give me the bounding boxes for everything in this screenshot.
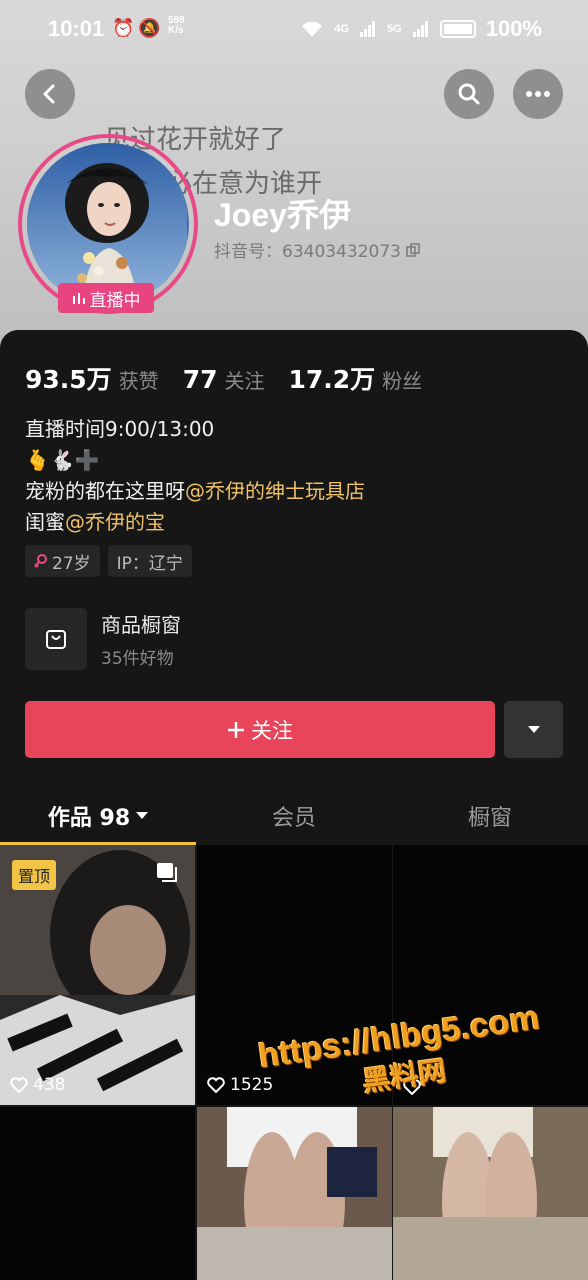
stat-likes[interactable]: 93.5万 获赞 xyxy=(25,360,159,396)
live-bars-icon xyxy=(72,293,85,304)
heart-icon xyxy=(10,1077,28,1093)
caret-down-icon xyxy=(136,812,149,819)
signal-icon-2 xyxy=(412,21,428,37)
follow-button[interactable]: 关注 xyxy=(25,701,495,758)
plus-icon xyxy=(228,721,244,738)
like-count: 438 xyxy=(10,1075,65,1095)
signal-4g: 4G xyxy=(334,23,350,35)
multi-photo-icon xyxy=(157,863,177,882)
network-speed: 598 K/s xyxy=(168,15,185,36)
mention-link-shop[interactable]: @乔伊的绅士玩具店 xyxy=(185,479,365,503)
shop-window-entry[interactable]: 商品橱窗 35件好物 xyxy=(25,608,181,670)
video-thumbnail[interactable] xyxy=(393,1107,588,1280)
recommend-dropdown-button[interactable] xyxy=(504,701,563,758)
bio: 直播时间9:00/13:00 🫰🐇➕ 宠粉的都在这里呀@乔伊的绅士玩具店 闺蜜@… xyxy=(25,414,365,538)
wifi-icon xyxy=(302,21,323,37)
signal-icon xyxy=(360,21,376,37)
content-tabs: 作品 98 会员 橱窗 xyxy=(0,790,588,842)
search-icon xyxy=(458,83,480,105)
caret-down-icon xyxy=(527,726,540,733)
shop-icon xyxy=(25,608,87,670)
age-tag: 27岁 xyxy=(25,545,100,577)
status-bar: 10:01 ⏰🔕 598 K/s 4G 5G 100% xyxy=(0,0,588,62)
more-button[interactable] xyxy=(513,69,563,119)
douyin-id[interactable]: 抖音号：63403432073 xyxy=(214,237,421,262)
ip-tag: IP：辽宁 xyxy=(107,545,192,577)
stat-followers[interactable]: 17.2万 粉丝 xyxy=(288,360,422,396)
video-thumbnail[interactable]: 置顶 438 xyxy=(0,845,195,1105)
pinned-badge: 置顶 xyxy=(12,860,57,890)
battery-icon xyxy=(439,20,476,38)
video-thumbnail[interactable] xyxy=(197,1107,392,1280)
search-button[interactable] xyxy=(444,69,494,119)
bio-line: 宠粉的都在这里呀@乔伊的绅士玩具店 xyxy=(25,479,365,503)
status-time: 10:01 xyxy=(48,16,105,41)
status-right: 4G 5G 100% xyxy=(300,16,542,42)
shop-title: 商品橱窗 xyxy=(101,613,181,637)
copy-icon xyxy=(406,243,421,257)
video-thumbnail[interactable] xyxy=(0,1107,195,1280)
shop-subtitle: 35件好物 xyxy=(101,649,174,669)
bio-line: 闺蜜@乔伊的宝 xyxy=(25,510,165,534)
stat-following[interactable]: 77 关注 xyxy=(183,365,265,394)
nickname: Joey乔伊 xyxy=(214,197,351,233)
mention-link-friend[interactable]: @乔伊的宝 xyxy=(65,510,165,534)
tag-row: 27岁 IP：辽宁 xyxy=(25,545,192,577)
signal-5g: 5G xyxy=(387,23,402,35)
female-icon xyxy=(34,554,47,568)
chevron-left-icon xyxy=(43,84,55,104)
bio-emoji: 🫰🐇➕ xyxy=(25,448,100,472)
tab-member[interactable]: 会员 xyxy=(196,790,392,842)
live-badge[interactable]: 直播中 xyxy=(58,283,154,313)
avatar-image xyxy=(27,143,189,305)
back-button[interactable] xyxy=(25,69,75,119)
tab-works[interactable]: 作品 98 xyxy=(0,790,196,842)
alarm-mute-icons: ⏰🔕 xyxy=(112,18,165,38)
more-dots-icon xyxy=(526,91,550,97)
bio-line: 直播时间9:00/13:00 xyxy=(25,417,215,441)
battery-percent: 100% xyxy=(485,16,542,41)
stats-row: 93.5万 获赞 77 关注 17.2万 粉丝 xyxy=(25,360,446,396)
heart-icon xyxy=(207,1077,225,1093)
tab-showcase[interactable]: 橱窗 xyxy=(392,790,588,842)
